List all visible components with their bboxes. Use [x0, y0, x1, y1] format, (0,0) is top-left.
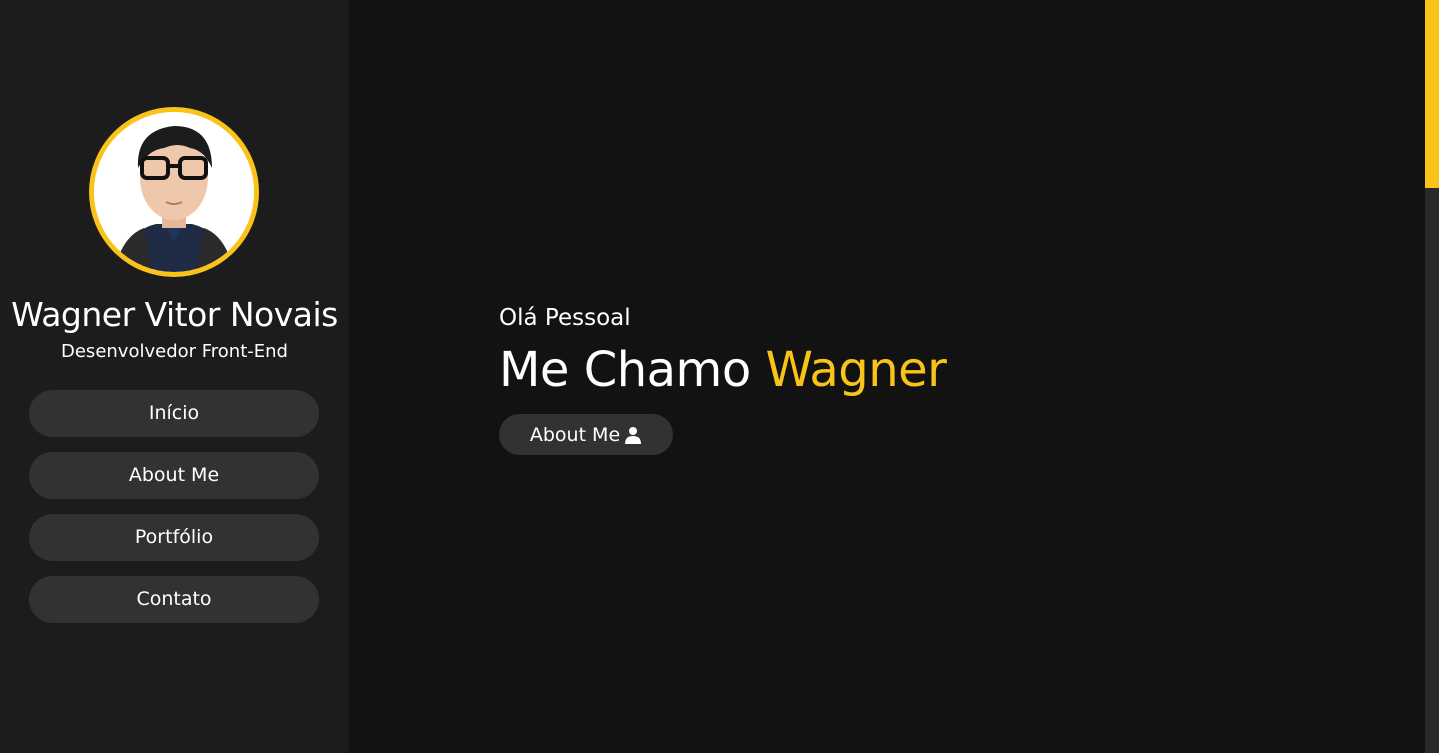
about-me-button[interactable]: About Me [499, 414, 673, 455]
nav-item-portfolio[interactable]: Portfólio [29, 514, 319, 561]
nav-item-inicio[interactable]: Início [29, 390, 319, 437]
hero-section: Olá Pessoal Me Chamo Wagner About Me [349, 0, 1425, 753]
user-icon [624, 426, 642, 444]
hero-headline-prefix: Me Chamo [499, 342, 751, 398]
about-me-button-label: About Me [529, 423, 621, 446]
hero-greeting: Olá Pessoal [499, 305, 631, 331]
profile-avatar [89, 107, 259, 277]
hero-headline: Me Chamo Wagner [499, 339, 947, 401]
sidebar: Wagner Vitor Novais Desenvolvedor Front-… [0, 0, 349, 753]
profile-name: Wagner Vitor Novais [11, 295, 338, 334]
profile-role: Desenvolvedor Front-End [61, 341, 288, 362]
nav-item-about-me[interactable]: About Me [29, 452, 319, 499]
hero-headline-name: Wagner [765, 342, 947, 398]
scrollbar-thumb[interactable] [1425, 0, 1439, 188]
page: Wagner Vitor Novais Desenvolvedor Front-… [0, 0, 1439, 753]
sidebar-nav: Início About Me Portfólio Contato [29, 390, 319, 638]
avatar-photo [94, 112, 254, 272]
page-scrollbar[interactable] [1425, 0, 1439, 753]
nav-item-contato[interactable]: Contato [29, 576, 319, 623]
